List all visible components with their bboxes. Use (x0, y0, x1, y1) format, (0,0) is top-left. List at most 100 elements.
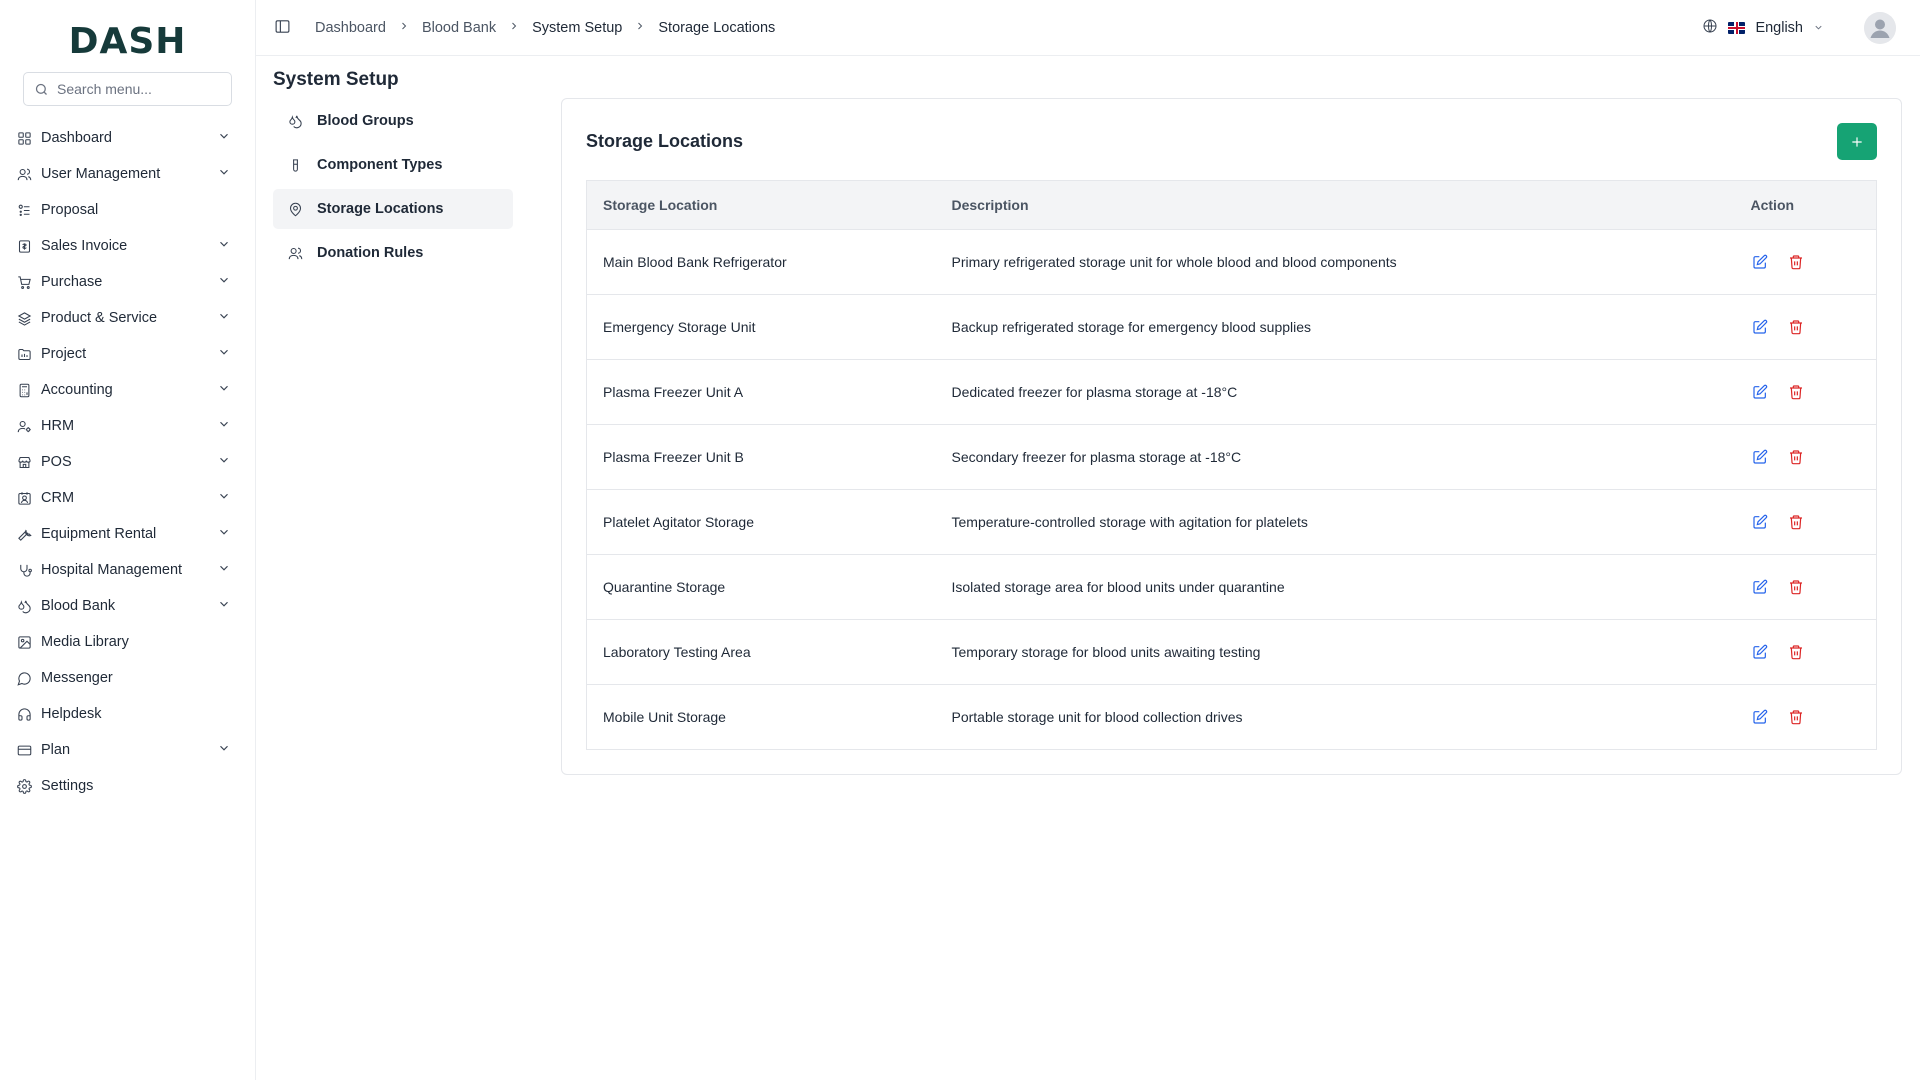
storage-location-cell: Mobile Unit Storage (603, 709, 726, 725)
sidebar-item-equipment-rental[interactable]: Equipment Rental (0, 516, 255, 552)
column-header-storage-location[interactable]: Storage Location (586, 180, 936, 230)
chevron-down-icon[interactable] (217, 381, 231, 399)
breadcrumb: Dashboard Blood Bank System Setup Storage L… (315, 20, 775, 36)
sidebar-item-crm[interactable]: CRM (0, 480, 255, 516)
sidebar-item-label: Dashboard (41, 130, 112, 146)
action-cell (1734, 489, 1877, 555)
sidebar-item-pos[interactable]: POS (0, 444, 255, 480)
sidebar-item-label: Equipment Rental (41, 526, 157, 542)
breadcrumb-item-dashboard[interactable]: Dashboard (315, 20, 386, 36)
delete-icon[interactable] (1787, 578, 1805, 596)
delete-icon[interactable] (1787, 448, 1805, 466)
sidebar-item-purchase[interactable]: Purchase (0, 264, 255, 300)
sidebar-item-plan[interactable]: Plan (0, 732, 255, 768)
breadcrumb-item-system-setup[interactable]: System Setup (532, 20, 622, 36)
sidebar-item-hospital-management[interactable]: Hospital Management (0, 552, 255, 588)
delete-icon[interactable] (1787, 708, 1805, 726)
search-box[interactable] (23, 72, 232, 106)
chevron-down-icon[interactable] (1813, 20, 1824, 36)
sidebar-item-helpdesk[interactable]: Helpdesk (0, 696, 255, 732)
credit-card-icon (17, 743, 32, 758)
breadcrumb-item-blood-bank[interactable]: Blood Bank (422, 20, 496, 36)
sidebar-item-product-and-service[interactable]: Product & Service (0, 300, 255, 336)
storage-location-cell: Plasma Freezer Unit B (586, 424, 936, 490)
sidebar-item-sales-invoice[interactable]: Sales Invoice (0, 228, 255, 264)
sidebar-item-blood-bank[interactable]: Blood Bank (0, 588, 255, 624)
sidebar-item-settings[interactable]: Settings (0, 768, 255, 804)
storage-location-cell: Quarantine Storage (586, 554, 936, 620)
edit-icon[interactable] (1751, 253, 1769, 271)
chevron-down-icon[interactable] (217, 273, 231, 291)
folder-icon (17, 347, 32, 362)
subnav-item-component-types[interactable]: Component Types (273, 145, 513, 185)
wrench-icon (17, 527, 32, 542)
avatar[interactable] (1864, 11, 1896, 44)
sidebar-item-media-library[interactable]: Media Library (0, 624, 255, 660)
headphones-icon (17, 707, 32, 722)
edit-icon[interactable] (1751, 448, 1769, 466)
chevron-right-icon (508, 20, 520, 36)
description-cell: Primary refrigerated storage unit for wh… (935, 229, 1735, 295)
sidebar: DASH Dashboard User Management Proposal Sal… (0, 0, 256, 1080)
edit-icon[interactable] (1751, 383, 1769, 401)
chevron-down-icon[interactable] (217, 597, 231, 615)
sidebar-item-label: Plan (41, 742, 71, 758)
sidebar-item-label: Media Library (41, 634, 129, 650)
add-storage-location-button[interactable] (1837, 123, 1877, 160)
sidebar-item-label: Product & Service (41, 310, 158, 326)
storage-location-cell: Main Blood Bank Refrigerator (586, 229, 936, 295)
stethoscope-icon (17, 563, 32, 578)
chevron-down-icon[interactable] (217, 129, 231, 147)
edit-icon[interactable] (1751, 578, 1769, 596)
sidebar-item-messenger[interactable]: Messenger (0, 660, 255, 696)
edit-icon[interactable] (1751, 708, 1769, 726)
sidebar-item-proposal[interactable]: Proposal (0, 192, 255, 228)
sidebar-item-label: Accounting (41, 382, 113, 398)
edit-icon[interactable] (1751, 643, 1769, 661)
storage-location-cell: Plasma Freezer Unit A (586, 359, 936, 425)
sidebar-item-label: Settings (41, 778, 94, 794)
user-cog-icon (17, 419, 32, 434)
table-row: Plasma Freezer Unit A Dedicated freezer f… (586, 359, 1877, 425)
sidebar-item-accounting[interactable]: Accounting (0, 372, 255, 408)
chevron-down-icon[interactable] (217, 561, 231, 579)
description-cell: Isolated storage area for blood units un… (935, 554, 1735, 620)
table-header-row: Storage Location Description Action (586, 180, 1877, 230)
sidebar-item-project[interactable]: Project (0, 336, 255, 372)
chevron-down-icon[interactable] (217, 309, 231, 327)
sidebar-item-user-management[interactable]: User Management (0, 156, 255, 192)
column-header-description[interactable]: Description (935, 180, 1735, 230)
chevron-down-icon[interactable] (217, 453, 231, 471)
language-selector[interactable]: English (1755, 20, 1803, 36)
edit-icon[interactable] (1751, 513, 1769, 531)
subnav-item-donation-rules[interactable]: Donation Rules (273, 233, 513, 273)
delete-icon[interactable] (1787, 253, 1805, 271)
contact-icon (17, 491, 32, 506)
sidebar-toggle-icon[interactable] (274, 18, 291, 38)
users-icon (17, 167, 32, 182)
chevron-down-icon[interactable] (217, 345, 231, 363)
card-title: Storage Locations (586, 131, 744, 151)
description-cell: Portable storage unit for blood collecti… (951, 709, 1243, 725)
description-cell: Temporary storage for blood units awaiti… (935, 619, 1735, 685)
chevron-down-icon[interactable] (217, 417, 231, 435)
delete-icon[interactable] (1787, 383, 1805, 401)
main-area: Dashboard Blood Bank System Setup Storage L… (256, 0, 1920, 1080)
subnav-item-label: Blood Groups (317, 113, 414, 129)
subnav-item-label: Component Types (317, 157, 443, 173)
chevron-down-icon[interactable] (217, 741, 231, 759)
chevron-down-icon[interactable] (217, 237, 231, 255)
sidebar-item-hrm[interactable]: HRM (0, 408, 255, 444)
search-input[interactable] (57, 81, 221, 97)
chevron-down-icon[interactable] (217, 525, 231, 543)
chevron-down-icon[interactable] (217, 165, 231, 183)
subnav-item-blood-groups[interactable]: Blood Groups (273, 101, 513, 141)
sidebar-item-dashboard[interactable]: Dashboard (0, 120, 255, 156)
logo[interactable]: DASH (0, 18, 255, 64)
delete-icon[interactable] (1787, 513, 1805, 531)
subnav-item-storage-locations[interactable]: Storage Locations (273, 189, 513, 229)
delete-icon[interactable] (1787, 643, 1805, 661)
delete-icon[interactable] (1787, 318, 1805, 336)
edit-icon[interactable] (1751, 318, 1769, 336)
chevron-down-icon[interactable] (217, 489, 231, 507)
